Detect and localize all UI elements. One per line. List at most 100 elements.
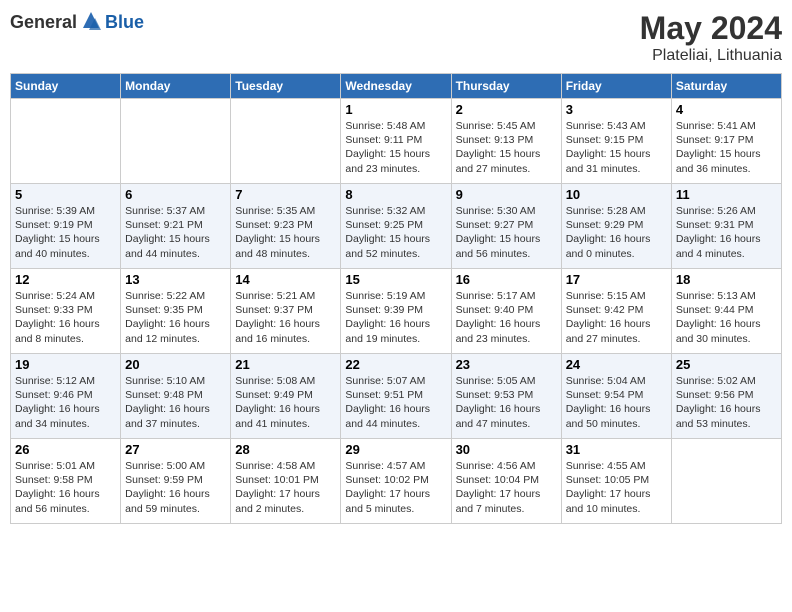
calendar-cell: 25Sunrise: 5:02 AM Sunset: 9:56 PM Dayli… <box>671 354 781 439</box>
day-info: Sunrise: 5:21 AM Sunset: 9:37 PM Dayligh… <box>235 289 336 346</box>
calendar-cell <box>121 99 231 184</box>
weekday-header-sunday: Sunday <box>11 74 121 99</box>
day-info: Sunrise: 5:24 AM Sunset: 9:33 PM Dayligh… <box>15 289 116 346</box>
weekday-row: SundayMondayTuesdayWednesdayThursdayFrid… <box>11 74 782 99</box>
day-info: Sunrise: 4:56 AM Sunset: 10:04 PM Daylig… <box>456 459 557 516</box>
day-number: 28 <box>235 442 336 457</box>
day-info: Sunrise: 5:48 AM Sunset: 9:11 PM Dayligh… <box>345 119 446 176</box>
calendar-cell: 13 Sunrise: 5:22 AM Sunset: 9:35 PM Dayli… <box>121 269 231 354</box>
day-info: Sunrise: 5:43 AM Sunset: 9:15 PM Dayligh… <box>566 119 667 176</box>
day-number: 9 <box>456 187 557 202</box>
day-number: 24 <box>566 357 667 372</box>
day-number: 25 <box>676 357 777 372</box>
weekday-header-thursday: Thursday <box>451 74 561 99</box>
day-number: 11 <box>676 187 777 202</box>
calendar-cell: 29Sunrise: 4:57 AM Sunset: 10:02 PM Dayl… <box>341 439 451 524</box>
calendar-cell: 12 Sunrise: 5:24 AM Sunset: 9:33 PM Dayli… <box>11 269 121 354</box>
week-row: 26Sunrise: 5:01 AM Sunset: 9:58 PM Dayli… <box>11 439 782 524</box>
logo: General Blue <box>10 10 144 34</box>
logo-icon <box>79 10 103 34</box>
day-info: Sunrise: 5:01 AM Sunset: 9:58 PM Dayligh… <box>15 459 116 516</box>
day-info: Sunrise: 5:39 AM Sunset: 9:19 PM Dayligh… <box>15 204 116 261</box>
calendar-cell: 28 Sunrise: 4:58 AM Sunset: 10:01 PM Dayl… <box>231 439 341 524</box>
day-info: Sunrise: 5:15 AM Sunset: 9:42 PM Dayligh… <box>566 289 667 346</box>
day-number: 18 <box>676 272 777 287</box>
calendar-cell: 26Sunrise: 5:01 AM Sunset: 9:58 PM Dayli… <box>11 439 121 524</box>
header: General Blue May 2024 Plateliai, Lithuan… <box>10 10 782 65</box>
day-info: Sunrise: 5:17 AM Sunset: 9:40 PM Dayligh… <box>456 289 557 346</box>
day-number: 27 <box>125 442 226 457</box>
calendar-cell: 20 Sunrise: 5:10 AM Sunset: 9:48 PM Dayli… <box>121 354 231 439</box>
day-number: 10 <box>566 187 667 202</box>
calendar-body: 1 Sunrise: 5:48 AM Sunset: 9:11 PM Daylig… <box>11 99 782 524</box>
day-number: 30 <box>456 442 557 457</box>
day-number: 14 <box>235 272 336 287</box>
day-number: 15 <box>345 272 446 287</box>
day-info: Sunrise: 5:41 AM Sunset: 9:17 PM Dayligh… <box>676 119 777 176</box>
day-info: Sunrise: 5:07 AM Sunset: 9:51 PM Dayligh… <box>345 374 446 431</box>
day-info: Sunrise: 5:08 AM Sunset: 9:49 PM Dayligh… <box>235 374 336 431</box>
calendar-cell: 11 Sunrise: 5:26 AM Sunset: 9:31 PM Dayli… <box>671 184 781 269</box>
day-number: 6 <box>125 187 226 202</box>
calendar-cell: 19 Sunrise: 5:12 AM Sunset: 9:46 PM Dayli… <box>11 354 121 439</box>
calendar-cell: 18 Sunrise: 5:13 AM Sunset: 9:44 PM Dayli… <box>671 269 781 354</box>
calendar-cell: 5Sunrise: 5:39 AM Sunset: 9:19 PM Daylig… <box>11 184 121 269</box>
weekday-header-friday: Friday <box>561 74 671 99</box>
weekday-header-saturday: Saturday <box>671 74 781 99</box>
location-title: Plateliai, Lithuania <box>640 47 782 65</box>
weekday-header-tuesday: Tuesday <box>231 74 341 99</box>
calendar-cell <box>671 439 781 524</box>
day-info: Sunrise: 5:26 AM Sunset: 9:31 PM Dayligh… <box>676 204 777 261</box>
day-number: 12 <box>15 272 116 287</box>
calendar-cell: 8Sunrise: 5:32 AM Sunset: 9:25 PM Daylig… <box>341 184 451 269</box>
calendar-cell: 24Sunrise: 5:04 AM Sunset: 9:54 PM Dayli… <box>561 354 671 439</box>
day-number: 19 <box>15 357 116 372</box>
calendar-cell <box>231 99 341 184</box>
day-info: Sunrise: 5:12 AM Sunset: 9:46 PM Dayligh… <box>15 374 116 431</box>
calendar-cell: 21Sunrise: 5:08 AM Sunset: 9:49 PM Dayli… <box>231 354 341 439</box>
day-number: 20 <box>125 357 226 372</box>
week-row: 5Sunrise: 5:39 AM Sunset: 9:19 PM Daylig… <box>11 184 782 269</box>
calendar-cell: 4 Sunrise: 5:41 AM Sunset: 9:17 PM Daylig… <box>671 99 781 184</box>
day-info: Sunrise: 5:00 AM Sunset: 9:59 PM Dayligh… <box>125 459 226 516</box>
day-info: Sunrise: 5:35 AM Sunset: 9:23 PM Dayligh… <box>235 204 336 261</box>
calendar-cell: 2 Sunrise: 5:45 AM Sunset: 9:13 PM Daylig… <box>451 99 561 184</box>
calendar-cell: 31 Sunrise: 4:55 AM Sunset: 10:05 PM Dayl… <box>561 439 671 524</box>
weekday-header-monday: Monday <box>121 74 231 99</box>
day-info: Sunrise: 4:58 AM Sunset: 10:01 PM Daylig… <box>235 459 336 516</box>
calendar-cell: 3 Sunrise: 5:43 AM Sunset: 9:15 PM Daylig… <box>561 99 671 184</box>
day-number: 1 <box>345 102 446 117</box>
day-number: 2 <box>456 102 557 117</box>
calendar-cell: 30 Sunrise: 4:56 AM Sunset: 10:04 PM Dayl… <box>451 439 561 524</box>
day-number: 23 <box>456 357 557 372</box>
day-info: Sunrise: 4:55 AM Sunset: 10:05 PM Daylig… <box>566 459 667 516</box>
day-number: 16 <box>456 272 557 287</box>
calendar-table: SundayMondayTuesdayWednesdayThursdayFrid… <box>10 73 782 524</box>
week-row: 12 Sunrise: 5:24 AM Sunset: 9:33 PM Dayli… <box>11 269 782 354</box>
day-info: Sunrise: 5:32 AM Sunset: 9:25 PM Dayligh… <box>345 204 446 261</box>
day-number: 4 <box>676 102 777 117</box>
month-title: May 2024 <box>640 10 782 47</box>
day-info: Sunrise: 5:13 AM Sunset: 9:44 PM Dayligh… <box>676 289 777 346</box>
day-info: Sunrise: 5:10 AM Sunset: 9:48 PM Dayligh… <box>125 374 226 431</box>
day-number: 13 <box>125 272 226 287</box>
calendar-cell: 7Sunrise: 5:35 AM Sunset: 9:23 PM Daylig… <box>231 184 341 269</box>
day-info: Sunrise: 5:45 AM Sunset: 9:13 PM Dayligh… <box>456 119 557 176</box>
day-number: 3 <box>566 102 667 117</box>
day-info: Sunrise: 5:22 AM Sunset: 9:35 PM Dayligh… <box>125 289 226 346</box>
calendar-cell: 15Sunrise: 5:19 AM Sunset: 9:39 PM Dayli… <box>341 269 451 354</box>
day-number: 31 <box>566 442 667 457</box>
calendar-header: SundayMondayTuesdayWednesdayThursdayFrid… <box>11 74 782 99</box>
week-row: 1 Sunrise: 5:48 AM Sunset: 9:11 PM Daylig… <box>11 99 782 184</box>
week-row: 19 Sunrise: 5:12 AM Sunset: 9:46 PM Dayli… <box>11 354 782 439</box>
calendar-cell: 1 Sunrise: 5:48 AM Sunset: 9:11 PM Daylig… <box>341 99 451 184</box>
day-info: Sunrise: 5:30 AM Sunset: 9:27 PM Dayligh… <box>456 204 557 261</box>
calendar-cell <box>11 99 121 184</box>
day-number: 22 <box>345 357 446 372</box>
title-area: May 2024 Plateliai, Lithuania <box>640 10 782 65</box>
calendar-cell: 14 Sunrise: 5:21 AM Sunset: 9:37 PM Dayli… <box>231 269 341 354</box>
day-info: Sunrise: 5:28 AM Sunset: 9:29 PM Dayligh… <box>566 204 667 261</box>
calendar-cell: 16 Sunrise: 5:17 AM Sunset: 9:40 PM Dayli… <box>451 269 561 354</box>
calendar-cell: 9 Sunrise: 5:30 AM Sunset: 9:27 PM Daylig… <box>451 184 561 269</box>
calendar-cell: 10 Sunrise: 5:28 AM Sunset: 9:29 PM Dayli… <box>561 184 671 269</box>
